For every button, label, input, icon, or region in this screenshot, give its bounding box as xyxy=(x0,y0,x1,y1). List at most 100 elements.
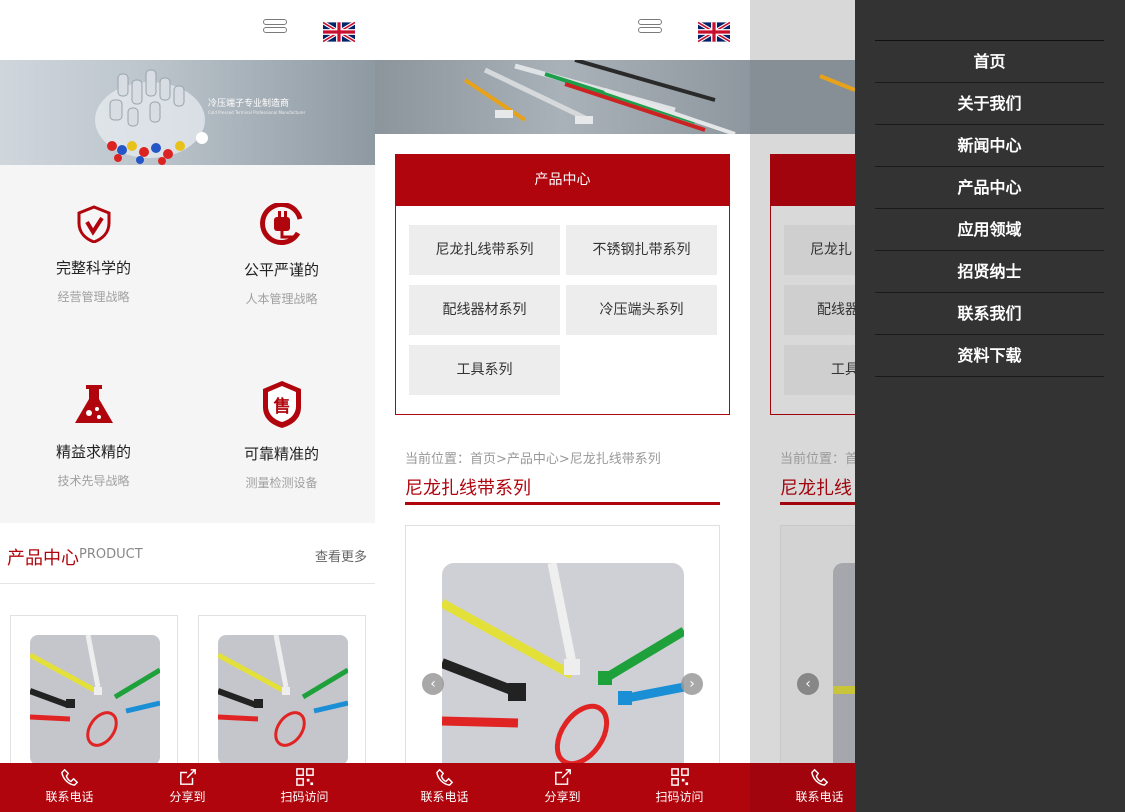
terminals-image xyxy=(95,69,205,165)
cable-ties-image xyxy=(442,563,684,785)
next-arrow-icon[interactable]: › xyxy=(681,673,703,695)
section-underline xyxy=(405,502,720,505)
hamburger-icon[interactable] xyxy=(263,19,287,41)
menu-item-about[interactable]: 关于我们 xyxy=(875,83,1104,125)
menu-list: 首页 关于我们 新闻中心 产品中心 应用领域 招贤纳士 联系我们 资料下载 xyxy=(875,40,1104,377)
category-box: 尼龙扎 配线器 工具 xyxy=(770,154,855,415)
feature-subtitle: 技术先导战略 xyxy=(57,474,130,488)
qrcode-button[interactable]: 扫码访问 xyxy=(242,763,367,812)
side-menu: 首页 关于我们 新闻中心 产品中心 应用领域 招贤纳士 联系我们 资料下载 xyxy=(855,0,1125,812)
hamburger-icon[interactable] xyxy=(638,19,662,41)
feature-title: 公平严谨的 xyxy=(243,261,319,279)
category-title: 产品中心 xyxy=(396,155,729,206)
category-item[interactable]: 尼龙扎 xyxy=(784,225,855,275)
category-item[interactable]: 工具系列 xyxy=(409,345,560,395)
category-item[interactable]: 冷压端头系列 xyxy=(566,285,717,335)
category-item[interactable]: 工具 xyxy=(784,345,855,395)
bottom-bar: 联系电话 分享到 扫码访问 xyxy=(375,763,750,812)
screen-product-category: 产品中心 尼龙扎线带系列 不锈钢扎带系列 配线器材系列 冷压端头系列 工具系列 … xyxy=(375,0,750,812)
cable-ties-image xyxy=(833,563,855,768)
bottom-bar: 联系电话 xyxy=(750,763,855,812)
uk-flag-icon[interactable] xyxy=(698,21,730,43)
screen-home: 冷压端子专业制造商 Cold Pressed Terminal Professi… xyxy=(0,0,375,812)
menu-item-careers[interactable]: 招贤纳士 xyxy=(875,251,1104,293)
contact-phone-button[interactable]: 联系电话 xyxy=(757,763,855,812)
bottom-bar-label: 扫码访问 xyxy=(280,790,329,804)
prev-arrow-icon[interactable]: ‹ xyxy=(422,673,444,695)
prev-arrow-icon[interactable]: ‹ xyxy=(797,673,819,695)
share-icon xyxy=(554,769,571,785)
section-title: 尼龙扎线带系列 xyxy=(405,478,531,499)
menu-item-home[interactable]: 首页 xyxy=(875,41,1104,83)
menu-item-downloads[interactable]: 资料下载 xyxy=(875,335,1104,377)
feature-subtitle: 人本管理战略 xyxy=(245,292,318,306)
feature-subtitle: 经营管理战略 xyxy=(57,290,130,304)
bottom-bar-label: 分享到 xyxy=(544,790,581,804)
section-underline xyxy=(780,502,855,505)
menu-item-products[interactable]: 产品中心 xyxy=(875,167,1104,209)
steel-ties-image xyxy=(819,74,855,92)
bottom-bar-label: 联系电话 xyxy=(420,790,469,804)
features-section: 完整科学的 经营管理战略 公平严谨的 人本管理战略 精益求精的 技术先导战略 售… xyxy=(0,165,375,523)
feature-title: 精益求精的 xyxy=(55,443,131,461)
category-box: 产品中心 尼龙扎线带系列 不锈钢扎带系列 配线器材系列 冷压端头系列 工具系列 xyxy=(395,154,730,415)
category-item[interactable]: 不锈钢扎带系列 xyxy=(566,225,717,275)
qrcode-button[interactable]: 扫码访问 xyxy=(617,763,742,812)
share-icon xyxy=(179,769,196,785)
category-banner xyxy=(750,60,855,134)
banner-slogan: 冷压端子专业制造商 xyxy=(208,99,290,109)
menu-item-applications[interactable]: 应用领域 xyxy=(875,209,1104,251)
plug-e-icon xyxy=(259,203,302,245)
feature-item: 精益求精的 技术先导战略 xyxy=(0,383,187,489)
bottom-bar-label: 扫码访问 xyxy=(655,790,704,804)
share-button[interactable]: 分享到 xyxy=(500,763,625,812)
shield-check-icon xyxy=(77,205,110,243)
product-section-title: 产品中心 xyxy=(7,548,79,569)
share-button[interactable]: 分享到 xyxy=(125,763,250,812)
hero-banner[interactable]: 冷压端子专业制造商 Cold Pressed Terminal Professi… xyxy=(0,60,375,165)
screen-product-category-dimmed: 尼龙扎 配线器 工具 当前位置：首 尼龙扎线 ‹ 联系电话 xyxy=(750,0,855,812)
product-card[interactable] xyxy=(198,615,366,785)
feature-item: 售 可靠精准的 测量检测设备 xyxy=(188,379,375,491)
view-more-link[interactable]: 查看更多 xyxy=(315,546,367,565)
breadcrumb[interactable]: 当前位置：首 xyxy=(780,448,855,467)
cable-ties-image xyxy=(218,635,348,765)
category-item[interactable]: 尼龙扎线带系列 xyxy=(409,225,560,275)
steel-ties-image xyxy=(463,60,736,134)
banner-subslogan: Cold Pressed Terminal Professional Manuf… xyxy=(208,110,306,115)
carousel-dot[interactable] xyxy=(196,132,208,144)
menu-item-news[interactable]: 新闻中心 xyxy=(875,125,1104,167)
contact-phone-button[interactable]: 联系电话 xyxy=(7,763,132,812)
contact-phone-button[interactable]: 联系电话 xyxy=(382,763,507,812)
phone-icon xyxy=(810,768,828,786)
category-banner xyxy=(375,60,750,134)
svg-text:售: 售 xyxy=(273,396,290,417)
yellow-tie-image xyxy=(833,686,855,694)
product-card[interactable] xyxy=(10,615,178,785)
feature-item: 完整科学的 经营管理战略 xyxy=(0,205,187,305)
product-section-header: 产品中心 PRODUCT 查看更多 xyxy=(0,532,375,584)
phone-icon xyxy=(60,768,78,786)
bottom-bar-label: 联系电话 xyxy=(45,790,94,804)
category-title-bar xyxy=(771,155,855,206)
category-item[interactable]: 配线器材系列 xyxy=(409,285,560,335)
section-title: 尼龙扎线 xyxy=(780,478,852,499)
phone-icon xyxy=(435,768,453,786)
breadcrumb[interactable]: 当前位置：首页>产品中心>尼龙扎线带系列 xyxy=(405,448,661,467)
product-gallery[interactable]: ‹ xyxy=(780,525,855,768)
feature-subtitle: 测量检测设备 xyxy=(245,476,318,490)
bottom-bar: 联系电话 分享到 扫码访问 xyxy=(0,763,375,812)
uk-flag-icon[interactable] xyxy=(323,21,355,43)
feature-title: 可靠精准的 xyxy=(243,445,319,463)
cable-ties-image xyxy=(30,635,160,765)
product-gallery[interactable]: ‹ › xyxy=(405,525,720,785)
sale-badge-icon: 售 xyxy=(262,381,301,428)
category-item[interactable]: 配线器 xyxy=(784,285,855,335)
bottom-bar-label: 联系电话 xyxy=(795,790,844,804)
header xyxy=(375,0,750,60)
menu-item-contact[interactable]: 联系我们 xyxy=(875,293,1104,335)
bottom-bar-label: 分享到 xyxy=(169,790,206,804)
qrcode-icon xyxy=(670,768,689,786)
feature-title: 完整科学的 xyxy=(55,259,131,277)
header xyxy=(0,0,375,60)
